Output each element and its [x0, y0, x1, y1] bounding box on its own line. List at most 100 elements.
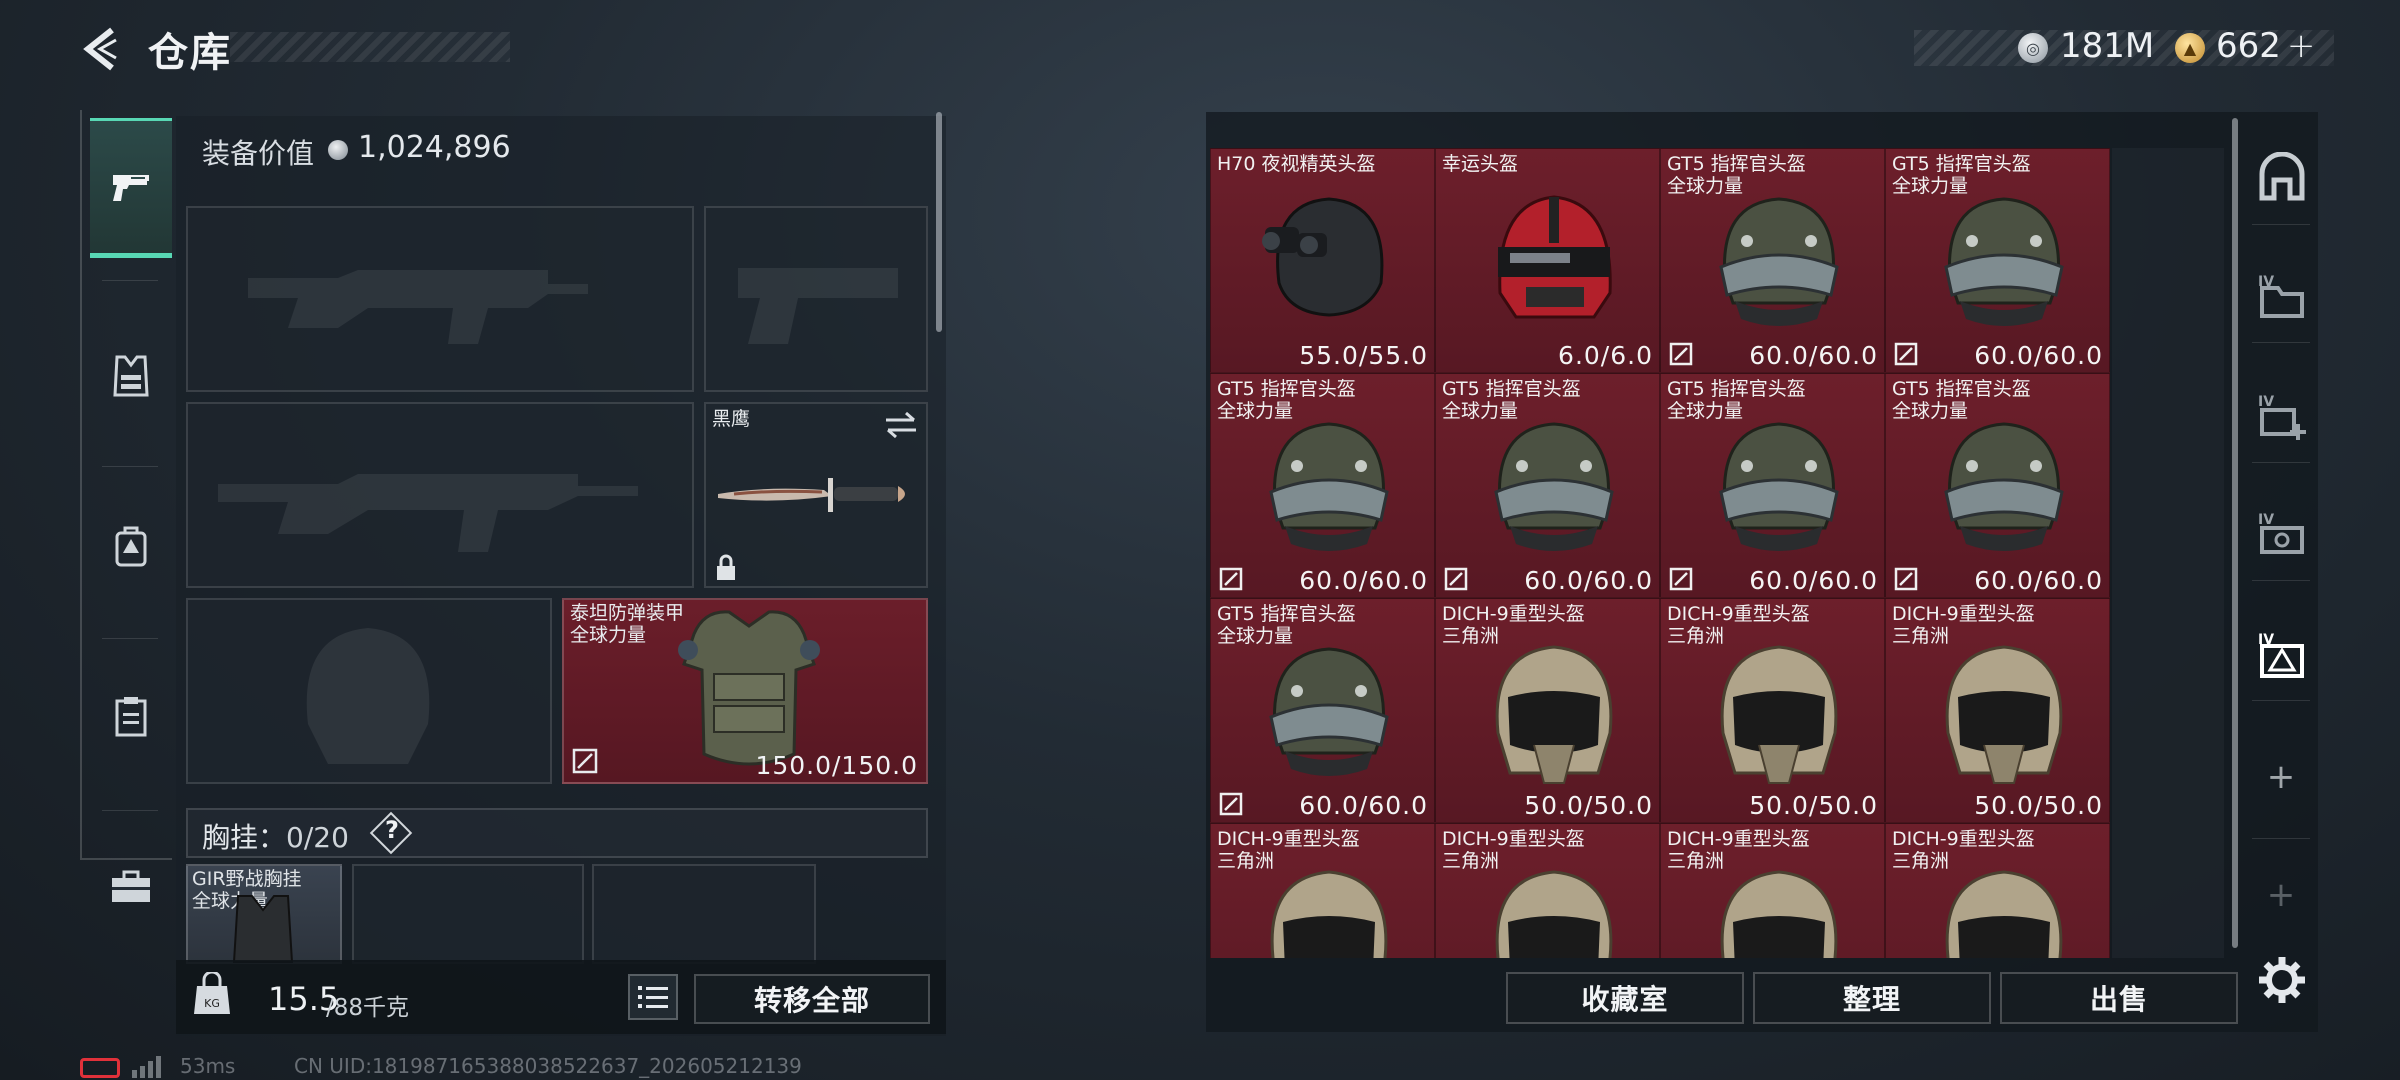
item-durability: 50.0/50.0 [1749, 791, 1878, 820]
storage-item-cell[interactable]: DICH-9重型头盔 三角洲 50.0/50.0 [1660, 598, 1885, 823]
rifle-silhouette-icon [248, 270, 588, 344]
chest-rig-slot[interactable] [592, 864, 816, 964]
primary-weapon-slot[interactable] [186, 206, 694, 392]
storage-item-cell[interactable]: GT5 指挥官头盔 全球力量 60.0/60.0 [1210, 598, 1435, 823]
rail-item-consumables[interactable] [90, 646, 172, 786]
sidearm-slot[interactable] [704, 206, 928, 392]
helmet-art [1945, 645, 2063, 784]
helmet-art [1269, 422, 1389, 551]
add-storage-plus[interactable]: + [2258, 872, 2304, 918]
item-name: DICH-9重型头盔 [1442, 603, 1585, 625]
armor-tag: 全球力量 [570, 624, 647, 646]
storage-item-cell[interactable]: GT5 指挥官头盔 全球力量 60.0/60.0 [1660, 373, 1885, 598]
transfer-all-button[interactable]: 转移全部 [694, 974, 930, 1024]
helmet-art [1495, 870, 1613, 958]
storage-add-case-icon[interactable]: IV [2256, 390, 2308, 442]
rail-item-backpack[interactable] [90, 476, 172, 616]
helmet-art [1494, 422, 1614, 551]
back-arrow-icon[interactable] [78, 26, 124, 72]
page-title: 仓库 [148, 30, 232, 76]
storage-folder-icon[interactable]: IV [2256, 270, 2308, 322]
storage-scrollbar[interactable] [2232, 118, 2238, 948]
item-name: GT5 指挥官头盔 [1667, 153, 1806, 175]
add-currency-plus[interactable]: + [2287, 26, 2316, 66]
swap-icon[interactable] [884, 410, 918, 440]
storage-item-cell[interactable]: DICH-9重型头盔 三角洲 50.0/50.0 [1435, 598, 1660, 823]
storage-grid: H70 夜视精英头盔 55.0/55.0 幸运头盔 6.0/6.0 GT5 指挥官头盔全… [1210, 148, 2224, 958]
helmet-art [1945, 870, 2063, 958]
storage-item-cell[interactable]: DICH-9重型头盔 三角洲 [1885, 823, 2110, 958]
item-tag: 三角洲 [1892, 625, 1950, 647]
item-durability: 6.0/6.0 [1558, 341, 1653, 370]
storage-item-cell[interactable]: H70 夜视精英头盔 55.0/55.0 [1210, 148, 1435, 373]
collection-room-button[interactable]: 收藏室 [1506, 972, 1744, 1024]
chest-rig-item[interactable]: GIR野战胸挂 全球力量 [186, 864, 342, 964]
storage-item-cell[interactable]: 幸运头盔 6.0/6.0 [1435, 148, 1660, 373]
helmet-art [1944, 422, 2064, 551]
rifle-silhouette-icon [218, 474, 638, 552]
helmet-art [1269, 647, 1389, 776]
list-view-button[interactable] [628, 974, 678, 1020]
helmet-art [1498, 195, 1612, 319]
repair-icon [1669, 342, 1693, 366]
repair-icon [1669, 567, 1693, 591]
chest-rig-slot[interactable] [352, 864, 584, 964]
category-rail [80, 110, 172, 902]
silver-currency-value: 181M [2060, 26, 2155, 66]
storage-item-cell[interactable]: GT5 指挥官头盔 全球力量 60.0/60.0 [1660, 148, 1885, 373]
ping-readout: 53ms [180, 1054, 236, 1078]
sell-button[interactable]: 出售 [2000, 972, 2238, 1024]
storage-item-cell[interactable]: DICH-9重型头盔 三角洲 [1660, 823, 1885, 958]
weight-max: /88千克 [326, 995, 410, 1021]
melee-slot[interactable]: 黑鹰 [704, 402, 928, 588]
helmet-art [1720, 870, 1838, 958]
rail-item-armor[interactable] [90, 306, 172, 446]
storage-item-cell[interactable]: GT5 指挥官头盔 全球力量 60.0/60.0 [1210, 373, 1435, 598]
equipment-scrollbar[interactable] [936, 112, 942, 332]
item-tag: 全球力量 [1892, 400, 1969, 422]
item-tag: 三角洲 [1217, 850, 1275, 872]
rail-item-weapons[interactable] [90, 118, 172, 258]
helmet-slot[interactable] [186, 598, 552, 784]
helmet-art [1262, 197, 1384, 317]
svg-text:IV: IV [2258, 394, 2274, 410]
chest-rig-title: 胸挂： [202, 821, 287, 854]
settings-gear-icon[interactable] [2256, 954, 2308, 1006]
item-tag: 全球力量 [1442, 400, 1519, 422]
gold-currency-value[interactable]: 662 + [2216, 26, 2315, 66]
svg-text:KG: KG [204, 997, 220, 1010]
organize-button[interactable]: 整理 [1753, 972, 1991, 1024]
storage-item-cell[interactable]: GT5 指挥官头盔 全球力量 60.0/60.0 [1885, 148, 2110, 373]
pistol-silhouette-icon [738, 268, 898, 344]
item-name: GT5 指挥官头盔 [1217, 378, 1356, 400]
storage-home-icon[interactable] [2256, 152, 2308, 204]
storage-item-cell[interactable]: DICH-9重型头盔 三角洲 50.0/50.0 [1885, 598, 2110, 823]
add-storage-plus[interactable]: + [2258, 754, 2304, 800]
lock-icon [717, 554, 735, 580]
clipboard-icon [115, 697, 147, 737]
chest-rig-count: 0/20 [286, 821, 349, 854]
item-tag: 全球力量 [1667, 175, 1744, 197]
helmet-art [1944, 197, 2064, 326]
storage-armor-case-icon[interactable]: IV [2256, 628, 2308, 680]
storage-gear-case-icon[interactable]: IV [2256, 508, 2308, 560]
secondary-weapon-slot[interactable] [186, 402, 694, 588]
repair-icon [1894, 342, 1918, 366]
item-durability: 60.0/60.0 [1749, 341, 1878, 370]
item-name: DICH-9重型头盔 [1892, 828, 2035, 850]
helmet-silhouette-icon [306, 628, 430, 764]
rail-item-toolbox[interactable] [90, 816, 172, 956]
item-name: H70 夜视精英头盔 [1217, 153, 1376, 175]
item-name: DICH-9重型头盔 [1892, 603, 2035, 625]
armor-name: 泰坦防弹装甲 [570, 602, 685, 624]
storage-item-cell[interactable]: DICH-9重型头盔 三角洲 [1435, 823, 1660, 958]
repair-icon [572, 748, 598, 774]
storage-item-cell[interactable]: GT5 指挥官头盔 全球力量 60.0/60.0 [1885, 373, 2110, 598]
storage-item-cell[interactable]: DICH-9重型头盔 三角洲 [1210, 823, 1435, 958]
storage-item-cell[interactable]: GT5 指挥官头盔 全球力量 60.0/60.0 [1435, 373, 1660, 598]
item-name: DICH-9重型头盔 [1217, 828, 1360, 850]
body-armor-slot[interactable]: 泰坦防弹装甲 全球力量 150.0/150.0 [562, 598, 928, 784]
helmet-art [1719, 197, 1839, 326]
repair-icon [1894, 567, 1918, 591]
item-durability: 55.0/55.0 [1299, 341, 1428, 370]
